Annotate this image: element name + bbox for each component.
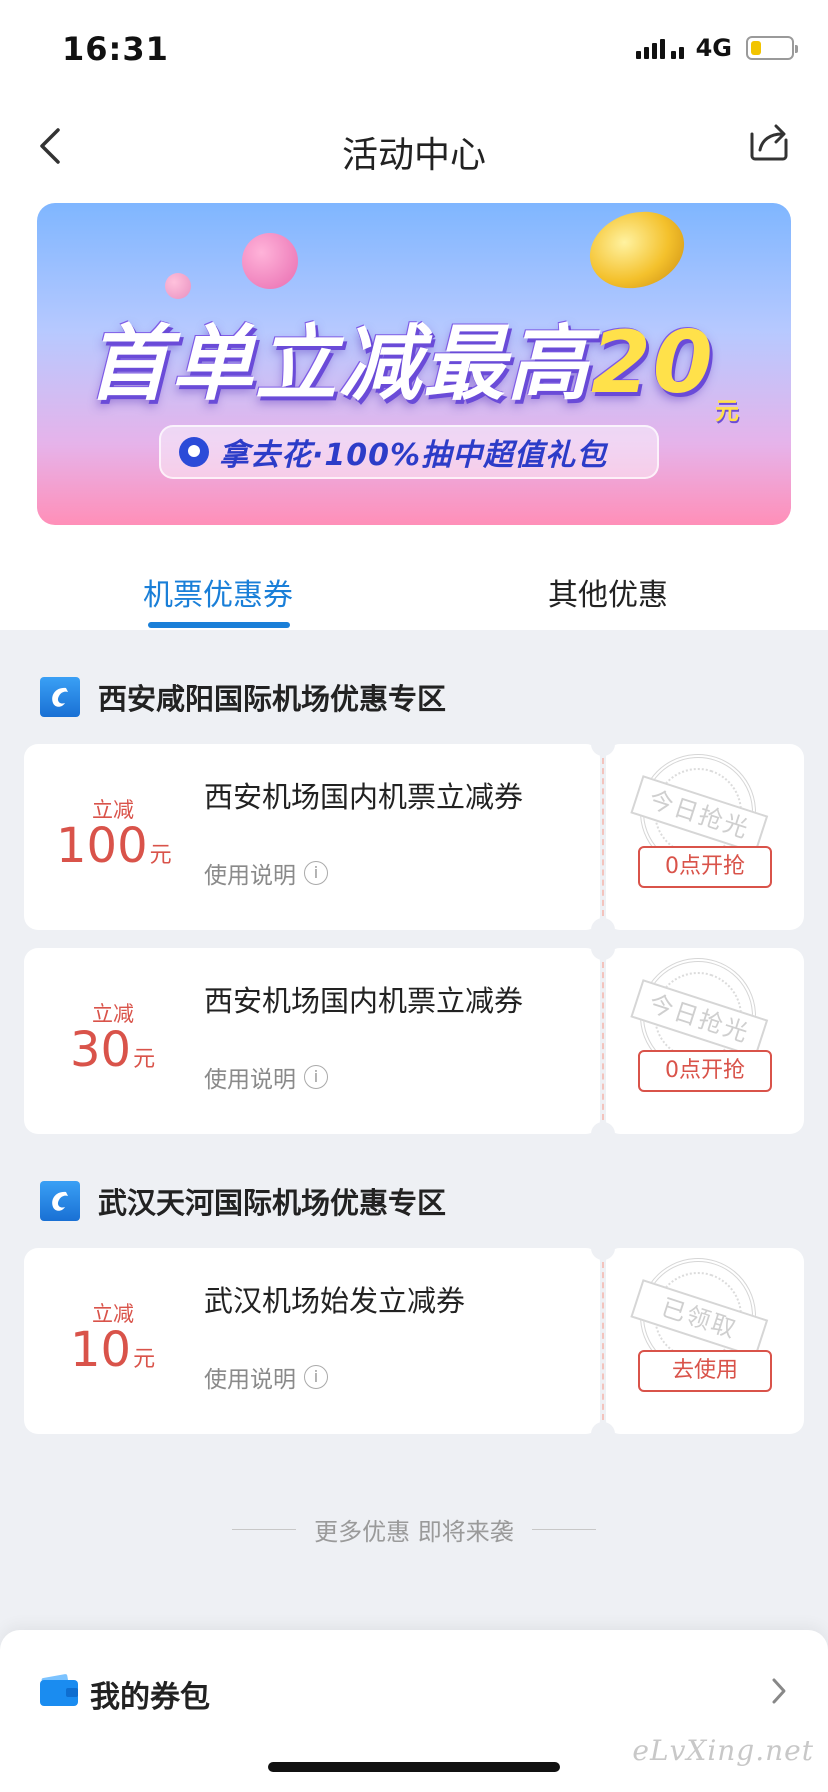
- decor-bubble: [165, 273, 191, 299]
- section-title: 武汉天河国际机场优惠专区: [98, 1186, 447, 1220]
- status-time: 16:31: [62, 30, 169, 68]
- grab-at-midnight-button[interactable]: 0点开抢: [638, 1050, 772, 1092]
- stamp-text: 已领取: [630, 1279, 769, 1358]
- usage-instructions-link[interactable]: 使用说明: [204, 1060, 328, 1094]
- usage-instructions-link[interactable]: 使用说明: [204, 1360, 328, 1394]
- coupon-name: 西安机场国内机票立减券: [204, 780, 524, 814]
- coupon-body: 立减 10元 武汉机场始发立减券 使用说明: [24, 1248, 600, 1434]
- status-bar: 16:31 4G: [0, 0, 828, 96]
- banner-headline-amount: 20: [591, 313, 715, 413]
- battery-level: [751, 41, 761, 55]
- tab-flight-coupons[interactable]: 机票优惠券: [88, 570, 348, 614]
- divider-line: [232, 1529, 297, 1530]
- more-deals-text: 更多优惠 即将来袭: [314, 1518, 514, 1546]
- naquhua-logo-icon: [179, 437, 209, 467]
- wallet-title: 我的券包: [90, 1680, 210, 1715]
- info-icon: [304, 1365, 328, 1389]
- chevron-right-icon: [764, 1674, 794, 1708]
- coupon-amount-unit: 元: [133, 1047, 156, 1072]
- section-header-wuhan: 武汉天河国际机场优惠专区: [40, 1180, 446, 1222]
- watermark: eLvXing.net: [632, 1734, 814, 1767]
- coupon-name: 武汉机场始发立减券: [204, 1284, 466, 1318]
- network-type: 4G: [695, 34, 732, 62]
- decor-bubble: [242, 233, 298, 289]
- coupon-body: 立减 100元 西安机场国内机票立减券 使用说明: [24, 744, 600, 930]
- use-coupon-button[interactable]: 去使用: [638, 1350, 772, 1392]
- usage-instructions-label: 使用说明: [204, 1067, 296, 1093]
- home-indicator: [268, 1762, 560, 1772]
- usage-instructions-label: 使用说明: [204, 863, 296, 889]
- divider-line: [531, 1529, 596, 1530]
- banner-area: 首单立减最高20 元 拿去花·100%抽中超值礼包: [0, 200, 828, 540]
- coupon-amount: 100元: [56, 818, 172, 874]
- ticket-notch: [591, 732, 615, 756]
- coupon-amount-unit: 元: [149, 843, 172, 868]
- coupon-amount-value: 10: [70, 1322, 132, 1378]
- coupon-amount-value: 30: [70, 1022, 132, 1078]
- banner-headline-text: 首单立减最高: [87, 317, 591, 412]
- section-header-xian: 西安咸阳国际机场优惠专区: [40, 676, 446, 718]
- coupon-amount-value: 100: [56, 818, 148, 874]
- gold-coin-icon: [579, 203, 695, 301]
- usage-instructions-label: 使用说明: [204, 1367, 296, 1393]
- coupon-card: 立减 100元 西安机场国内机票立减券 使用说明 今日抢光 0点开抢: [24, 732, 804, 942]
- usage-instructions-link[interactable]: 使用说明: [204, 856, 328, 890]
- coupon-amount-unit: 元: [133, 1347, 156, 1372]
- nav-bar: 活动中心: [0, 96, 828, 200]
- perforation-line: [602, 758, 604, 916]
- stamp-text: 今日抢光: [630, 979, 769, 1058]
- status-indicators: 4G: [635, 34, 798, 62]
- coupon-amount: 10元: [70, 1322, 155, 1378]
- coupon-action-area: 今日抢光 0点开抢: [606, 948, 804, 1134]
- perforation-line: [602, 1262, 604, 1420]
- stamp-text: 今日抢光: [630, 775, 769, 854]
- share-icon[interactable]: [738, 112, 798, 172]
- coupon-name: 西安机场国内机票立减券: [204, 984, 524, 1018]
- banner-headline-unit: 元: [715, 397, 739, 425]
- more-deals-footer: 更多优惠 即将来袭: [0, 1512, 828, 1547]
- info-icon: [304, 861, 328, 885]
- tab-other-deals[interactable]: 其他优惠: [478, 570, 738, 614]
- active-tab-indicator: [148, 622, 290, 628]
- info-icon: [304, 1065, 328, 1089]
- airport-logo-icon: [40, 1181, 80, 1221]
- section-title: 西安咸阳国际机场优惠专区: [98, 682, 447, 716]
- promo-banner[interactable]: 首单立减最高20 元 拿去花·100%抽中超值礼包: [37, 203, 791, 525]
- coupon-action-area: 今日抢光 0点开抢: [606, 744, 804, 930]
- grab-at-midnight-button[interactable]: 0点开抢: [638, 846, 772, 888]
- ticket-notch: [591, 1422, 615, 1446]
- battery-icon: [746, 36, 798, 60]
- coupon-action-area: 已领取 去使用: [606, 1248, 804, 1434]
- perforation-line: [602, 962, 604, 1120]
- coupon-tabs: 机票优惠券 其他优惠: [0, 540, 828, 630]
- coupon-body: 立减 30元 西安机场国内机票立减券 使用说明: [24, 948, 600, 1134]
- banner-headline: 首单立减最高20: [87, 297, 747, 416]
- ticket-notch: [591, 1122, 615, 1146]
- banner-subline-text: 拿去花·100%抽中超值礼包: [219, 438, 608, 473]
- airport-logo-icon: [40, 677, 80, 717]
- ticket-notch: [591, 1236, 615, 1260]
- coupon-amount: 30元: [70, 1022, 155, 1078]
- banner-subline: 拿去花·100%抽中超值礼包: [159, 425, 659, 479]
- signal-icon: [635, 37, 684, 59]
- coupon-card: 立减 30元 西安机场国内机票立减券 使用说明 今日抢光 0点开抢: [24, 936, 804, 1146]
- coupon-card: 立减 10元 武汉机场始发立减券 使用说明 已领取 去使用: [24, 1236, 804, 1446]
- page-title: 活动中心: [341, 135, 486, 176]
- wallet-icon: [40, 1672, 80, 1706]
- ticket-notch: [591, 936, 615, 960]
